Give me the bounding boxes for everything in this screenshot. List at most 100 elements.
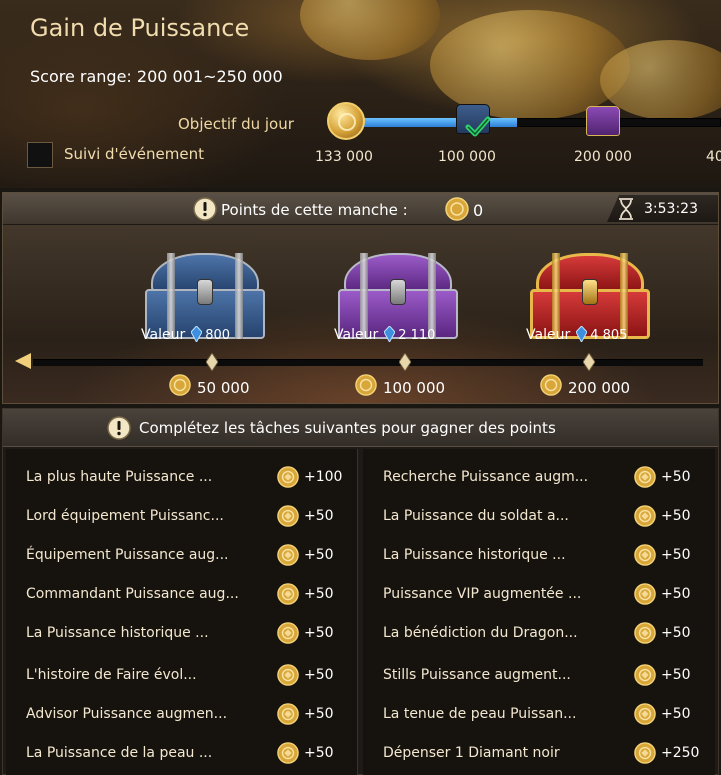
coin-icon bbox=[277, 703, 299, 725]
daily-objective-label: Objectif du jour bbox=[178, 115, 294, 133]
coin-icon bbox=[277, 583, 299, 605]
task-header-text: Complétez les tâches suivantes pour gagn… bbox=[139, 419, 556, 437]
coin-pile-decoration bbox=[300, 0, 440, 60]
task-row[interactable]: Lord équipement Puissanc... +50 bbox=[6, 498, 358, 534]
coin-icon bbox=[277, 505, 299, 527]
coin-icon bbox=[634, 466, 656, 488]
check-icon bbox=[465, 116, 491, 137]
task-label: Recherche Puissance augm... bbox=[383, 469, 589, 485]
task-points: +50 bbox=[661, 625, 691, 641]
round-milestone-threshold: 200 000 bbox=[568, 379, 631, 397]
milestone-marker-icon bbox=[206, 353, 218, 371]
round-panel: Points de cette manche : 0 3:53:23 Valeu… bbox=[2, 192, 719, 404]
task-list-right: Recherche Puissance augm... +50 La Puissan… bbox=[363, 449, 715, 775]
task-header: Complétez les tâches suivantes pour gagn… bbox=[3, 409, 718, 447]
gem-icon bbox=[576, 326, 588, 342]
task-points: +50 bbox=[304, 508, 334, 524]
chest-value-label: Valeur bbox=[141, 327, 186, 343]
task-row[interactable]: Recherche Puissance augm... +50 bbox=[363, 459, 715, 495]
task-label: Puissance VIP augmentée ... bbox=[383, 586, 582, 602]
round-points-value: 0 bbox=[473, 201, 484, 220]
gem-icon bbox=[384, 326, 396, 342]
round-progress-track bbox=[33, 359, 703, 366]
task-label: Lord équipement Puissanc... bbox=[26, 508, 224, 524]
daily-reward-chest-purple[interactable] bbox=[586, 106, 620, 136]
coin-icon bbox=[169, 374, 191, 396]
task-points: +50 bbox=[661, 547, 691, 563]
chest-value-row: Valeur 800 bbox=[141, 326, 230, 343]
score-range: Score range: 200 001~250 000 bbox=[30, 67, 283, 86]
round-milestone-threshold: 50 000 bbox=[197, 379, 250, 397]
task-points: +50 bbox=[661, 706, 691, 722]
round-milestone-threshold: 100 000 bbox=[383, 379, 446, 397]
coin-icon bbox=[540, 374, 562, 396]
task-points: +50 bbox=[304, 625, 334, 641]
task-points: +50 bbox=[661, 667, 691, 683]
task-points: +50 bbox=[661, 508, 691, 524]
task-points: +50 bbox=[304, 706, 334, 722]
task-row[interactable]: La Puissance historique ... +50 bbox=[363, 537, 715, 573]
daily-milestone: 133 000 bbox=[315, 149, 373, 165]
coin-icon bbox=[634, 622, 656, 644]
task-label: La Puissance historique ... bbox=[26, 625, 209, 641]
task-label: La Puissance historique ... bbox=[383, 547, 566, 563]
task-row[interactable]: La Puissance du soldat a... +50 bbox=[363, 498, 715, 534]
arrow-left-icon bbox=[15, 353, 31, 369]
coin-icon bbox=[634, 703, 656, 725]
task-row[interactable]: L'histoire de Faire évol... +50 bbox=[6, 657, 358, 693]
task-panel: Complétez les tâches suivantes pour gagn… bbox=[2, 408, 719, 775]
coin-icon bbox=[277, 742, 299, 764]
coin-icon bbox=[277, 544, 299, 566]
coin-icon bbox=[445, 197, 469, 221]
task-row[interactable]: La plus haute Puissance ... +100 bbox=[6, 459, 358, 495]
milestone-marker-icon bbox=[399, 353, 411, 371]
coin-icon bbox=[355, 374, 377, 396]
task-label: L'histoire de Faire évol... bbox=[26, 667, 197, 683]
task-row[interactable]: La Puissance historique ... +50 bbox=[6, 615, 358, 651]
task-label: La Puissance du soldat a... bbox=[383, 508, 569, 524]
task-label: Commandant Puissance aug... bbox=[26, 586, 239, 602]
task-list-left: La plus haute Puissance ... +100 Lord équi… bbox=[6, 449, 358, 775]
task-label: Advisor Puissance augmen... bbox=[26, 706, 228, 722]
round-points-label: Points de cette manche : bbox=[221, 201, 408, 219]
coin-icon bbox=[634, 544, 656, 566]
task-row[interactable]: Dépenser 1 Diamant noir +250 bbox=[363, 735, 715, 771]
chest-value-label: Valeur bbox=[526, 327, 571, 343]
task-points: +100 bbox=[304, 469, 343, 485]
hourglass-icon bbox=[619, 198, 633, 220]
task-row[interactable]: La tenue de peau Puissan... +50 bbox=[363, 696, 715, 732]
coin-icon bbox=[634, 505, 656, 527]
task-label: La bénédiction du Dragon... bbox=[383, 625, 578, 641]
chest-value: 800 bbox=[205, 328, 231, 343]
task-row[interactable]: La Puissance de la peau ... +50 bbox=[6, 735, 358, 771]
task-row[interactable]: Commandant Puissance aug... +50 bbox=[6, 576, 358, 612]
coin-icon bbox=[277, 622, 299, 644]
task-points: +50 bbox=[304, 667, 334, 683]
task-row[interactable]: Stills Puissance augment... +50 bbox=[363, 657, 715, 693]
chest-value: 4 805 bbox=[590, 328, 628, 343]
task-label: Stills Puissance augment... bbox=[383, 667, 571, 683]
task-row[interactable]: Équipement Puissance aug... +50 bbox=[6, 537, 358, 573]
info-icon[interactable] bbox=[193, 197, 217, 221]
info-icon[interactable] bbox=[107, 416, 131, 440]
timer-value: 3:53:23 bbox=[644, 201, 698, 217]
coin-icon bbox=[277, 466, 299, 488]
coin-icon bbox=[634, 664, 656, 686]
chest-value: 2 110 bbox=[398, 328, 436, 343]
coin-icon bbox=[634, 583, 656, 605]
daily-milestone: 40 bbox=[706, 149, 721, 165]
follow-event-label: Suivi d'événement bbox=[64, 145, 204, 163]
task-points: +50 bbox=[661, 469, 691, 485]
coin-icon bbox=[634, 742, 656, 764]
task-points: +50 bbox=[304, 547, 334, 563]
daily-objective-coin-icon bbox=[327, 102, 365, 140]
daily-milestone: 200 000 bbox=[574, 149, 632, 165]
task-row[interactable]: Puissance VIP augmentée ... +50 bbox=[363, 576, 715, 612]
chest-value-row: Valeur 2 110 bbox=[334, 326, 435, 343]
page-title: Gain de Puissance bbox=[30, 14, 250, 42]
follow-event-checkbox[interactable] bbox=[27, 142, 53, 168]
task-row[interactable]: La bénédiction du Dragon... +50 bbox=[363, 615, 715, 651]
task-label: Équipement Puissance aug... bbox=[26, 547, 229, 563]
task-row[interactable]: Advisor Puissance augmen... +50 bbox=[6, 696, 358, 732]
chest-value-row: Valeur 4 805 bbox=[526, 326, 627, 343]
